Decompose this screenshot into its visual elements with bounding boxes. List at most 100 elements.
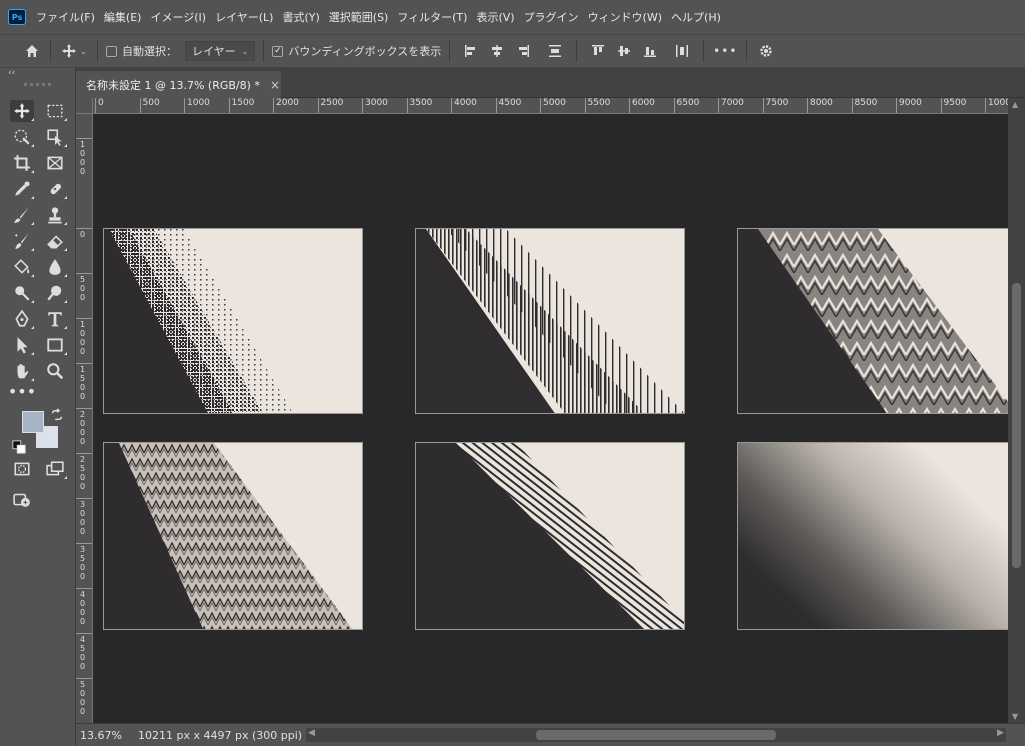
ruler-tick-label: 0 — [76, 228, 92, 239]
chevron-down-icon: ⌄ — [241, 46, 249, 56]
marquee-tool-icon[interactable] — [43, 100, 67, 122]
rectangle-tool-icon[interactable] — [43, 334, 67, 356]
distribute-horizontally-icon[interactable] — [671, 40, 693, 62]
close-icon[interactable]: × — [270, 78, 280, 92]
ruler-tick-label: 2500 — [76, 453, 92, 491]
document-info: 10211 px x 4497 px (300 ppi) — [138, 728, 303, 742]
ruler-tick-text: 2000 — [80, 410, 86, 446]
spot-healing-brush-icon[interactable] — [43, 178, 67, 200]
paint-bucket-tool-icon[interactable] — [10, 256, 34, 278]
scroll-up-icon[interactable]: ▲ — [1012, 100, 1018, 109]
align-vertical-centers-icon[interactable] — [613, 40, 635, 62]
layer-select-dropdown[interactable]: レイヤー ⌄ — [185, 41, 256, 61]
align-right-edges-icon[interactable] — [512, 40, 534, 62]
ruler-tick-label: 0 — [95, 98, 104, 113]
separator — [449, 40, 451, 62]
menu-file[interactable]: ファイル(F) — [36, 9, 95, 25]
ruler-tick-label: 4000 — [451, 98, 477, 113]
align-bottom-edges-icon[interactable] — [639, 40, 661, 62]
ruler-tick-label: 7500 — [762, 98, 788, 113]
scroll-down-icon[interactable]: ▼ — [1012, 712, 1018, 721]
frame-tool-icon[interactable] — [43, 152, 67, 174]
screen-mode-icon[interactable] — [43, 458, 67, 480]
ruler-tick-label: 6500 — [673, 98, 699, 113]
ruler-tick-label: 1500 — [228, 98, 254, 113]
menu-image[interactable]: イメージ(I) — [150, 9, 206, 25]
menu-help[interactable]: ヘルプ(H) — [671, 9, 721, 25]
menu-edit[interactable]: 編集(E) — [104, 9, 142, 25]
menu-window[interactable]: ウィンドウ(W) — [588, 9, 662, 25]
brush-tool-icon[interactable] — [10, 204, 34, 226]
object-selection-tool-icon[interactable] — [10, 126, 34, 148]
ruler-tick-text: 1000 — [80, 140, 86, 176]
menu-filter[interactable]: フィルター(T) — [397, 9, 467, 25]
gear-icon[interactable] — [755, 43, 777, 59]
ruler-tick-text: 2000 — [276, 98, 299, 108]
pen-tool-icon[interactable] — [10, 308, 34, 330]
horizontal-ruler[interactable]: 0 500 1000 1500 2000 2500 3000 3500 4000 4500 5000… — [93, 98, 1008, 114]
zoom-tool-icon[interactable] — [43, 360, 67, 382]
ruler-tick-text: 1500 — [80, 365, 86, 401]
edit-toolbar-icon[interactable]: ••• — [8, 380, 36, 402]
type-tool-icon[interactable] — [43, 308, 67, 330]
ruler-tick-label: 3000 — [76, 498, 92, 536]
move-tool-preset-icon[interactable]: ⌄ — [59, 43, 89, 59]
document-tab-title: 名称未設定 1 @ 13.7% (RGB/8) * — [86, 78, 260, 92]
distribute-vertically-icon[interactable] — [544, 40, 566, 62]
align-left-edges-icon[interactable] — [460, 40, 482, 62]
foreground-color-swatch[interactable] — [22, 411, 44, 433]
vertical-scrollbar[interactable]: ▲ ▼ — [1008, 98, 1025, 723]
layer-select-value: レイヤー — [192, 45, 236, 58]
more-options-icon[interactable]: ••• — [712, 44, 738, 58]
align-top-edges-icon[interactable] — [587, 40, 609, 62]
clone-stamp-tool-icon[interactable] — [43, 204, 67, 226]
eyedropper-tool-icon[interactable] — [10, 178, 34, 200]
dodge-tool-icon[interactable] — [10, 282, 34, 304]
ruler-tick-label: 9500 — [940, 98, 966, 113]
hand-tool-icon[interactable] — [10, 360, 34, 382]
ruler-tick-text: 1500 — [231, 98, 255, 108]
crop-tool-icon[interactable] — [10, 152, 34, 174]
menu-select[interactable]: 選択範囲(S) — [329, 9, 389, 25]
ruler-tick-label: 1000 — [985, 98, 1008, 113]
ruler-tick-text: 2500 — [80, 455, 86, 491]
document-tab[interactable]: 名称未設定 1 @ 13.7% (RGB/8) * × — [76, 71, 281, 98]
move-tool-icon[interactable] — [10, 100, 34, 122]
vertical-ruler[interactable]: 1000 0 500 1000 1500 2000 2500 3000 3500 4000 4500… — [76, 114, 93, 723]
horizontal-scroll-thumb[interactable] — [536, 730, 776, 740]
ruler-tick-label: 1000 — [76, 138, 92, 176]
ruler-tick-text: 8000 — [810, 98, 833, 108]
menu-view[interactable]: 表示(V) — [476, 9, 514, 25]
zoom-level[interactable]: 13.67% — [76, 729, 126, 742]
horizontal-scrollbar[interactable]: ◀ ▶ — [306, 728, 1006, 742]
path-selection-tool-icon[interactable] — [10, 334, 34, 356]
ruler-tick-label: 1000 — [76, 318, 92, 356]
document-canvas[interactable] — [93, 114, 1008, 723]
menu-plugins[interactable]: プラグイン — [524, 9, 579, 25]
scroll-right-icon[interactable]: ▶ — [997, 728, 1004, 738]
history-brush-tool-icon[interactable] — [10, 230, 34, 252]
sponge-tool-icon[interactable] — [43, 282, 67, 304]
generative-workspace-icon[interactable] — [10, 488, 34, 510]
ruler-tick-text: 7000 — [721, 98, 744, 108]
panel-grip[interactable] — [24, 78, 51, 86]
auto-select-checkbox[interactable] — [106, 45, 117, 57]
vertical-scroll-thumb[interactable] — [1012, 283, 1021, 568]
default-colors-icon[interactable] — [12, 440, 26, 454]
home-icon[interactable] — [22, 43, 42, 59]
scroll-left-icon[interactable]: ◀ — [308, 728, 315, 738]
ruler-tick-text: 0 — [80, 230, 86, 239]
ruler-tick-text: 5000 — [80, 680, 86, 716]
ruler-tick-label: 2500 — [317, 98, 343, 113]
eraser-tool-icon[interactable] — [43, 230, 67, 252]
collapse-panel-icon[interactable]: ‹‹ — [0, 68, 75, 78]
swap-colors-icon[interactable] — [50, 408, 64, 422]
menu-type[interactable]: 書式(Y) — [282, 9, 319, 25]
menu-layer[interactable]: レイヤー(L) — [215, 9, 273, 25]
blur-tool-icon[interactable] — [43, 256, 67, 278]
bounding-box-checkbox[interactable]: ✓ — [272, 45, 284, 57]
align-horizontal-centers-icon[interactable] — [486, 40, 508, 62]
ruler-origin[interactable] — [76, 98, 93, 114]
quick-mask-icon[interactable] — [10, 458, 34, 480]
artboard-tool-icon[interactable] — [43, 126, 67, 148]
